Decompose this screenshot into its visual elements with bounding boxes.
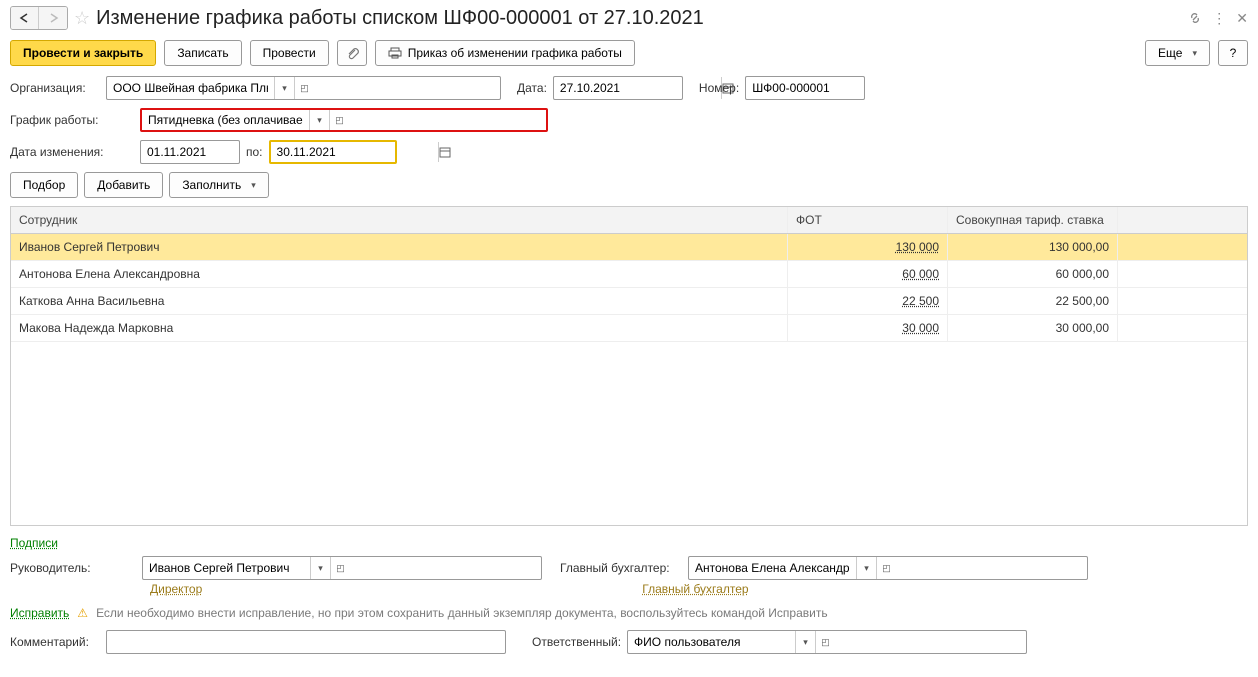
calendar-icon[interactable] <box>438 142 451 162</box>
open-icon[interactable]: ◰ <box>815 631 835 653</box>
post-button[interactable]: Провести <box>250 40 329 66</box>
chief-acc-label: Главный бухгалтер: <box>560 561 680 575</box>
pick-button[interactable]: Подбор <box>10 172 78 198</box>
th-employee[interactable]: Сотрудник <box>11 207 787 233</box>
link-icon[interactable] <box>1188 11 1202 25</box>
employee-table: Сотрудник ФОТ Совокупная тариф. ставка И… <box>10 206 1248 526</box>
page-title: Изменение графика работы списком ШФ00-00… <box>96 7 1182 30</box>
forward-button[interactable] <box>39 7 67 29</box>
cell-tail <box>1117 315 1247 341</box>
schedule-input[interactable] <box>142 110 309 130</box>
cell-fot[interactable]: 30 000 <box>787 315 947 341</box>
cell-employee: Каткова Анна Васильевна <box>11 288 787 314</box>
responsible-input-group: ▾ ◰ <box>627 630 1027 654</box>
cell-employee: Антонова Елена Александровна <box>11 261 787 287</box>
favorite-icon[interactable]: ☆ <box>74 8 90 29</box>
org-input[interactable] <box>107 77 274 99</box>
responsible-label: Ответственный: <box>532 635 621 649</box>
save-button[interactable]: Записать <box>164 40 241 66</box>
back-button[interactable] <box>11 7 39 29</box>
warning-icon: ⚠ <box>77 606 88 620</box>
table-header: Сотрудник ФОТ Совокупная тариф. ставка <box>11 207 1247 234</box>
to-date-input[interactable] <box>271 142 438 162</box>
open-icon[interactable]: ◰ <box>330 557 350 579</box>
number-label: Номер: <box>699 81 739 95</box>
cell-fot[interactable]: 130 000 <box>787 234 947 260</box>
open-icon[interactable]: ◰ <box>294 77 314 99</box>
fill-button[interactable]: Заполнить <box>169 172 268 198</box>
nav-group <box>10 6 68 30</box>
correction-text: Если необходимо внести исправление, но п… <box>96 606 828 620</box>
open-icon[interactable]: ◰ <box>329 110 349 130</box>
cell-employee: Макова Надежда Марковна <box>11 315 787 341</box>
print-order-label: Приказ об изменении графика работы <box>408 46 622 60</box>
cell-tail <box>1117 288 1247 314</box>
dropdown-icon[interactable]: ▾ <box>274 77 294 99</box>
cell-tail <box>1117 234 1247 260</box>
org-label: Организация: <box>10 81 100 95</box>
schedule-input-group: ▾ ◰ <box>140 108 548 132</box>
table-row[interactable]: Антонова Елена Александровна60 00060 000… <box>11 261 1247 288</box>
org-input-group: ▾ ◰ <box>106 76 501 100</box>
manager-label: Руководитель: <box>10 561 134 575</box>
manager-role-link[interactable]: Директор <box>150 582 202 596</box>
table-body: Иванов Сергей Петрович130 000130 000,00А… <box>11 234 1247 525</box>
table-row[interactable]: Каткова Анна Васильевна22 50022 500,00 <box>11 288 1247 315</box>
cell-rate: 60 000,00 <box>947 261 1117 287</box>
table-row[interactable]: Макова Надежда Марковна30 00030 000,00 <box>11 315 1247 342</box>
responsible-input[interactable] <box>628 631 795 653</box>
help-button[interactable]: ? <box>1218 40 1248 66</box>
number-input[interactable] <box>746 77 913 99</box>
cell-rate: 22 500,00 <box>947 288 1117 314</box>
dropdown-icon[interactable]: ▾ <box>309 110 329 130</box>
date-input[interactable] <box>554 77 721 99</box>
cell-fot[interactable]: 60 000 <box>787 261 947 287</box>
chief-acc-role-link[interactable]: Главный бухгалтер <box>642 582 748 596</box>
to-date-input-group <box>269 140 397 164</box>
date-input-group <box>553 76 683 100</box>
th-rate[interactable]: Совокупная тариф. ставка <box>947 207 1117 233</box>
paperclip-icon <box>345 46 359 60</box>
dropdown-icon[interactable]: ▾ <box>856 557 876 579</box>
print-order-button[interactable]: Приказ об изменении графика работы <box>375 40 635 66</box>
dropdown-icon[interactable]: ▾ <box>795 631 815 653</box>
th-tail <box>1117 207 1247 233</box>
change-date-label: Дата изменения: <box>10 145 134 159</box>
number-input-group <box>745 76 865 100</box>
correct-link[interactable]: Исправить <box>10 606 69 620</box>
manager-input[interactable] <box>143 557 310 579</box>
date-label: Дата: <box>517 81 547 95</box>
comment-input[interactable] <box>107 631 274 653</box>
cell-rate: 130 000,00 <box>947 234 1117 260</box>
to-label: по: <box>246 145 263 159</box>
change-date-input-group <box>140 140 240 164</box>
table-row[interactable]: Иванов Сергей Петрович130 000130 000,00 <box>11 234 1247 261</box>
chief-acc-input[interactable] <box>689 557 856 579</box>
cell-tail <box>1117 261 1247 287</box>
open-icon[interactable]: ◰ <box>876 557 896 579</box>
comment-input-group <box>106 630 506 654</box>
close-icon[interactable]: ✕ <box>1236 10 1248 27</box>
cell-employee: Иванов Сергей Петрович <box>11 234 787 260</box>
add-button[interactable]: Добавить <box>84 172 163 198</box>
th-fot[interactable]: ФОТ <box>787 207 947 233</box>
more-button[interactable]: Еще <box>1145 40 1210 66</box>
cell-fot[interactable]: 22 500 <box>787 288 947 314</box>
comment-label: Комментарий: <box>10 635 100 649</box>
attachment-button[interactable] <box>337 40 367 66</box>
signatures-link[interactable]: Подписи <box>10 536 58 550</box>
printer-icon <box>388 47 402 59</box>
chief-acc-input-group: ▾ ◰ <box>688 556 1088 580</box>
cell-rate: 30 000,00 <box>947 315 1117 341</box>
post-and-close-button[interactable]: Провести и закрыть <box>10 40 156 66</box>
dropdown-icon[interactable]: ▾ <box>310 557 330 579</box>
manager-input-group: ▾ ◰ <box>142 556 542 580</box>
schedule-label: График работы: <box>10 113 134 127</box>
kebab-icon[interactable]: ⋮ <box>1212 10 1226 27</box>
